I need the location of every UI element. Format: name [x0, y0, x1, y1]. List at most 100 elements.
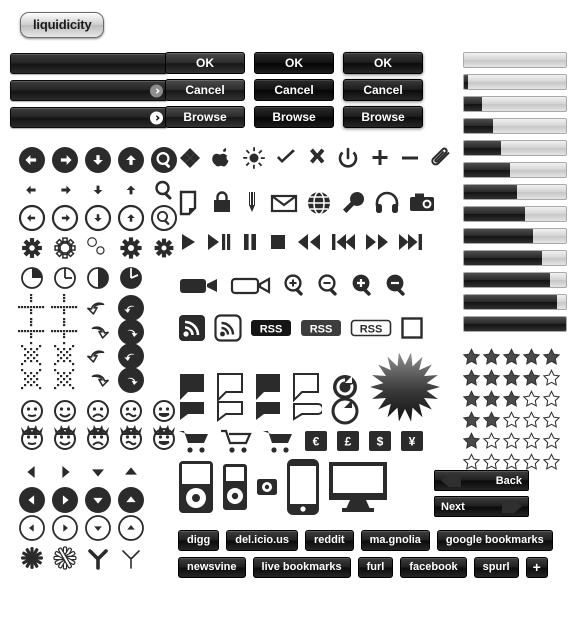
star-icon[interactable]: [522, 411, 541, 429]
arrow-down-circle-outline-icon[interactable]: [84, 204, 112, 232]
currency-yen-icon[interactable]: ¥: [400, 430, 424, 452]
star-rating-row[interactable]: [462, 390, 561, 408]
currency-dollar-icon[interactable]: $: [368, 430, 392, 452]
plus-icon[interactable]: [368, 146, 392, 170]
text-input-go-grey[interactable]: [10, 80, 168, 101]
face-hair-sad-icon[interactable]: [84, 424, 112, 452]
triangle-up-circle-outline-icon[interactable]: [117, 514, 145, 542]
arrow-up-circle-outline-icon[interactable]: [117, 204, 145, 232]
speech-bubble-flat-outline-alt-icon[interactable]: [292, 400, 322, 422]
windows-icon[interactable]: [178, 146, 202, 170]
gear-filled-icon[interactable]: [18, 234, 46, 262]
star-icon[interactable]: [502, 453, 521, 471]
zoom-out-filled-icon[interactable]: [384, 272, 410, 298]
bookmark-chip-facebook[interactable]: facebook: [400, 557, 467, 578]
arrow-right-circle-outline-icon[interactable]: [51, 204, 79, 232]
rss-filled-icon[interactable]: [178, 314, 206, 342]
wrench-icon[interactable]: [340, 190, 366, 216]
go-arrow-icon[interactable]: [150, 111, 163, 124]
play-pause-icon[interactable]: [206, 232, 232, 252]
cancel-button[interactable]: Cancel: [254, 79, 334, 101]
face-grin-icon[interactable]: [150, 396, 178, 424]
refresh-circle-outline-icon[interactable]: [330, 396, 360, 426]
face-hair-neutral-icon[interactable]: [18, 424, 46, 452]
arrow-curve-right-alt-icon[interactable]: [84, 366, 112, 394]
speech-bubble-flat-outline-icon[interactable]: [216, 400, 246, 422]
pencil-icon[interactable]: [242, 190, 262, 216]
bookmark-chip-reddit[interactable]: reddit: [305, 530, 354, 551]
pie-half-icon[interactable]: [84, 264, 112, 292]
triangle-right-circle-filled-icon[interactable]: [51, 486, 79, 514]
arrow-left-circle-filled-icon[interactable]: [18, 146, 46, 174]
star-icon[interactable]: [502, 411, 521, 429]
asterisk-filled-icon[interactable]: [18, 544, 46, 572]
lock-icon[interactable]: [210, 190, 234, 216]
star-icon[interactable]: [542, 369, 561, 387]
triangle-up-circle-filled-icon[interactable]: [117, 486, 145, 514]
star-icon[interactable]: [482, 369, 501, 387]
browse-button[interactable]: Browse: [165, 106, 245, 128]
star-icon[interactable]: [502, 390, 521, 408]
star-icon[interactable]: [482, 432, 501, 450]
star-icon[interactable]: [482, 390, 501, 408]
gear-outline-icon[interactable]: [51, 234, 79, 262]
bookmark-chip-ma-gnolia[interactable]: ma.gnolia: [360, 530, 430, 551]
bookmark-chip-digg[interactable]: digg: [178, 530, 220, 551]
gear-large-icon[interactable]: [117, 234, 145, 262]
star-icon[interactable]: [522, 432, 541, 450]
ok-button[interactable]: OK: [165, 52, 245, 74]
currency-euro-icon[interactable]: €: [304, 430, 328, 452]
gears-outline-icon[interactable]: [84, 234, 112, 262]
star-icon[interactable]: [522, 348, 541, 366]
star-icon[interactable]: [542, 348, 561, 366]
star-icon[interactable]: [522, 390, 541, 408]
star-icon[interactable]: [502, 348, 521, 366]
star-icon[interactable]: [542, 453, 561, 471]
star-icon[interactable]: [462, 390, 481, 408]
fast-forward-icon[interactable]: [364, 232, 390, 252]
play-icon[interactable]: [178, 232, 198, 252]
face-hair-confused-icon[interactable]: [117, 424, 145, 452]
star-icon[interactable]: [482, 453, 501, 471]
face-smile-icon[interactable]: [51, 396, 79, 424]
search-icon[interactable]: [150, 176, 178, 204]
browse-button[interactable]: Browse: [254, 106, 334, 128]
cancel-button[interactable]: Cancel: [343, 79, 423, 101]
star-icon[interactable]: [502, 432, 521, 450]
gear-small-icon[interactable]: [150, 234, 178, 262]
star-icon[interactable]: [462, 411, 481, 429]
star-icon[interactable]: [482, 348, 501, 366]
stop-icon[interactable]: [268, 232, 288, 252]
text-input-plain[interactable]: [10, 53, 168, 74]
sun-icon[interactable]: [242, 146, 266, 170]
face-hair-smile-icon[interactable]: [51, 424, 79, 452]
cart-outline-icon[interactable]: [220, 428, 254, 454]
starburst-icon[interactable]: [368, 350, 442, 424]
ok-button[interactable]: OK: [254, 52, 334, 74]
iphone-icon[interactable]: [286, 458, 320, 516]
ipod-classic-icon[interactable]: [178, 460, 214, 514]
arrow-up-circle-filled-icon[interactable]: [117, 146, 145, 174]
minus-icon[interactable]: [400, 146, 420, 170]
bookmark-chip-google-bookmarks[interactable]: google bookmarks: [436, 530, 553, 551]
star-icon[interactable]: [462, 369, 481, 387]
peace-outline-icon[interactable]: [117, 544, 145, 572]
star-rating-row[interactable]: [462, 453, 561, 471]
arrow-right-circle-filled-icon[interactable]: [51, 146, 79, 174]
next-button[interactable]: Next: [434, 496, 529, 517]
apple-icon[interactable]: [210, 146, 234, 170]
triangle-left-icon[interactable]: [18, 458, 46, 486]
face-confused-icon[interactable]: [117, 396, 145, 424]
arrow-right-icon[interactable]: [51, 176, 79, 204]
speech-bubble-flat-filled-alt-icon[interactable]: [254, 400, 284, 422]
cart-filled-icon[interactable]: [178, 428, 212, 454]
star-icon[interactable]: [542, 432, 561, 450]
star-rating-row[interactable]: [462, 348, 561, 366]
arrow-curve-right-circle-alt-icon[interactable]: [117, 366, 145, 394]
bookmark-chip-furl[interactable]: furl: [357, 557, 394, 578]
zoom-out-outline-icon[interactable]: [316, 272, 342, 298]
add-bookmark-button[interactable]: +: [525, 557, 548, 578]
globe-icon[interactable]: [306, 190, 332, 216]
browse-button[interactable]: Browse: [343, 106, 423, 128]
star-rating-row[interactable]: [462, 411, 561, 429]
